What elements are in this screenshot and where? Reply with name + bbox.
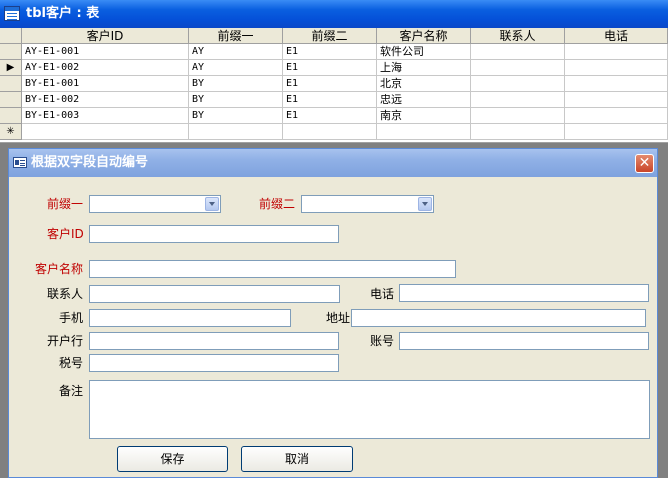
table-row[interactable]: BY-E1-001 BY E1 北京 — [0, 76, 668, 92]
record-selector[interactable] — [0, 44, 22, 60]
customer-name-field[interactable] — [89, 260, 456, 278]
datasheet[interactable]: 客户ID 前缀一 前缀二 客户名称 联系人 电话 AY-E1-001 AY E1… — [0, 28, 668, 143]
chevron-down-icon[interactable] — [418, 197, 432, 211]
cell-contact[interactable] — [471, 44, 565, 60]
form-icon — [13, 157, 27, 168]
prefix1-label: 前缀一 — [47, 197, 84, 211]
bank-field[interactable] — [89, 332, 339, 350]
cell-prefix1[interactable]: BY — [189, 92, 283, 108]
new-cell-prefix1[interactable] — [189, 124, 283, 140]
close-button[interactable]: ✕ — [635, 154, 654, 173]
cell-customer-name[interactable]: 软件公司 — [377, 44, 471, 60]
table-row[interactable]: ▶ AY-E1-002 AY E1 上海 — [0, 60, 668, 76]
cell-prefix2[interactable]: E1 — [283, 60, 377, 76]
column-header-phone[interactable]: 电话 — [565, 28, 668, 44]
cell-customer-name[interactable]: 上海 — [377, 60, 471, 76]
cell-customer-name[interactable]: 北京 — [377, 76, 471, 92]
column-header-prefix1[interactable]: 前缀一 — [189, 28, 283, 44]
cell-contact[interactable] — [471, 76, 565, 92]
cell-phone[interactable] — [565, 44, 668, 60]
cell-customer-id[interactable]: AY-E1-002 — [22, 60, 189, 76]
cell-contact[interactable] — [471, 60, 565, 76]
column-header-contact[interactable]: 联系人 — [471, 28, 565, 44]
cell-contact[interactable] — [471, 92, 565, 108]
cell-phone[interactable] — [565, 76, 668, 92]
contact-field[interactable] — [89, 285, 340, 303]
new-cell-contact[interactable] — [471, 124, 565, 140]
column-header-row: 客户ID 前缀一 前缀二 客户名称 联系人 电话 — [0, 28, 668, 44]
prefix2-combobox[interactable] — [301, 195, 434, 213]
new-record-star-icon[interactable]: ✳ — [0, 124, 22, 140]
cell-prefix2[interactable]: E1 — [283, 92, 377, 108]
cell-phone[interactable] — [565, 60, 668, 76]
cell-prefix1[interactable]: BY — [189, 108, 283, 124]
dialog-title-bar[interactable]: 根据双字段自动编号 ✕ — [9, 149, 657, 177]
table-row[interactable]: BY-E1-002 BY E1 忠远 — [0, 92, 668, 108]
notes-textarea[interactable] — [89, 380, 650, 439]
cell-contact[interactable] — [471, 108, 565, 124]
prefix2-label: 前缀二 — [259, 197, 296, 211]
cell-prefix1[interactable]: BY — [189, 76, 283, 92]
cell-customer-id[interactable]: AY-E1-001 — [22, 44, 189, 60]
cell-customer-id[interactable]: BY-E1-003 — [22, 108, 189, 124]
new-cell-prefix2[interactable] — [283, 124, 377, 140]
cell-prefix1[interactable]: AY — [189, 44, 283, 60]
customer-name-label: 客户名称 — [35, 262, 84, 276]
record-selector[interactable] — [0, 108, 22, 124]
new-record-row[interactable]: ✳ — [0, 124, 668, 140]
grid-bottom-border — [0, 142, 668, 143]
bank-label: 开户行 — [47, 334, 84, 348]
tax-number-label: 税号 — [59, 356, 84, 370]
address-field[interactable] — [351, 309, 646, 327]
select-all-corner[interactable] — [0, 28, 22, 44]
table-row[interactable]: BY-E1-003 BY E1 南京 — [0, 108, 668, 124]
phone-label: 电话 — [370, 287, 395, 301]
cell-customer-name[interactable]: 忠远 — [377, 92, 471, 108]
cell-customer-name[interactable]: 南京 — [377, 108, 471, 124]
new-cell-customer-name[interactable] — [377, 124, 471, 140]
notes-label: 备注 — [59, 384, 84, 398]
cell-customer-id[interactable]: BY-E1-001 — [22, 76, 189, 92]
account-label: 账号 — [370, 334, 395, 348]
cancel-button[interactable]: 取消 — [241, 446, 353, 472]
table-row[interactable]: AY-E1-001 AY E1 软件公司 — [0, 44, 668, 60]
address-label: 地址 — [326, 311, 351, 325]
cell-prefix2[interactable]: E1 — [283, 108, 377, 124]
tax-number-field[interactable] — [89, 354, 339, 372]
column-header-customer-id[interactable]: 客户ID — [22, 28, 189, 44]
record-selector[interactable] — [0, 92, 22, 108]
column-header-prefix2[interactable]: 前缀二 — [283, 28, 377, 44]
column-header-customer-name[interactable]: 客户名称 — [377, 28, 471, 44]
contact-label: 联系人 — [47, 287, 84, 301]
cell-prefix1[interactable]: AY — [189, 60, 283, 76]
cell-customer-id[interactable]: BY-E1-002 — [22, 92, 189, 108]
record-selector[interactable] — [0, 76, 22, 92]
mobile-field[interactable] — [89, 309, 291, 327]
cell-prefix2[interactable]: E1 — [283, 76, 377, 92]
prefix1-combobox[interactable] — [89, 195, 221, 213]
auto-number-form-dialog: 根据双字段自动编号 ✕ 前缀一 前缀二 客户ID 客户名称 联系人 电话 手机 … — [8, 148, 658, 478]
new-cell-customer-id[interactable] — [22, 124, 189, 140]
phone-field[interactable] — [399, 284, 649, 302]
chevron-down-icon[interactable] — [205, 197, 219, 211]
cell-phone[interactable] — [565, 108, 668, 124]
mobile-label: 手机 — [59, 311, 84, 325]
window-title: tbl客户 : 表 — [26, 6, 100, 21]
new-cell-phone[interactable] — [565, 124, 668, 140]
dialog-title: 根据双字段自动编号 — [31, 155, 149, 170]
table-window-title-bar[interactable]: tbl客户 : 表 — [0, 0, 668, 28]
cell-prefix2[interactable]: E1 — [283, 44, 377, 60]
account-field[interactable] — [399, 332, 649, 350]
table-icon — [4, 6, 20, 21]
customer-id-label: 客户ID — [47, 227, 84, 241]
save-button[interactable]: 保存 — [117, 446, 228, 472]
customer-id-field[interactable] — [89, 225, 339, 243]
current-record-arrow-icon[interactable]: ▶ — [0, 60, 22, 76]
cell-phone[interactable] — [565, 92, 668, 108]
